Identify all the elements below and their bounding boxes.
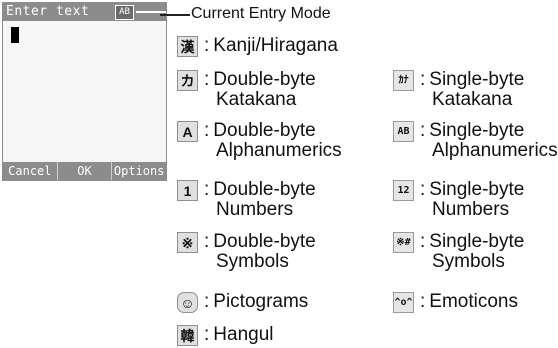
- katakana-double-icon: カ: [177, 70, 198, 91]
- numbers-double-icon: 1: [177, 180, 198, 201]
- katakana-single-icon: ｶﾅ: [393, 70, 414, 91]
- emoticon-icon: ^o^: [393, 292, 414, 313]
- legend-sgl-symbols: ※# : Single-byte Symbols: [393, 232, 524, 272]
- dbl-sym-line1: Double-byte: [213, 231, 316, 252]
- dbl-alpha-line1: Double-byte: [213, 120, 316, 141]
- phone-screen: Enter text AB Cancel OK Options: [2, 2, 167, 181]
- sgl-sym-line2: Symbols: [432, 251, 505, 272]
- symbols-double-icon: ※: [177, 232, 198, 253]
- emoticons-label: Emoticons: [429, 291, 518, 312]
- legend-dbl-symbols: ※ : Double-byte Symbols: [177, 232, 316, 272]
- hangul-icon: 韓: [177, 325, 198, 346]
- dbl-num-line1: Double-byte: [213, 179, 316, 200]
- sgl-katakana-line2: Katakana: [432, 89, 513, 110]
- sgl-sym-line1: Single-byte: [429, 231, 525, 252]
- legend-sgl-numbers: 12 : Single-byte Numbers: [393, 180, 524, 220]
- cancel-softkey[interactable]: Cancel: [3, 162, 57, 180]
- sgl-num-line2: Numbers: [432, 199, 510, 220]
- text-input-area[interactable]: [3, 21, 166, 162]
- legend-sgl-katakana: ｶﾅ : Single-byte Katakana: [393, 70, 524, 110]
- legend-dbl-numbers: 1 : Double-byte Numbers: [177, 180, 316, 220]
- callout-leader-line: [160, 14, 190, 16]
- dbl-sym-line2: Symbols: [216, 251, 289, 272]
- legend-pictograms: ☺ : Pictograms: [177, 292, 308, 313]
- sgl-num-line1: Single-byte: [429, 179, 525, 200]
- entry-mode-indicator: AB: [115, 5, 134, 20]
- options-softkey[interactable]: Options: [111, 162, 166, 180]
- callout-label: Current Entry Mode: [191, 5, 331, 22]
- sgl-alpha-line2: Alphanumerics: [432, 140, 558, 161]
- sgl-alpha-line1: Single-byte: [429, 120, 525, 141]
- ok-softkey[interactable]: OK: [56, 162, 112, 180]
- text-cursor: [11, 27, 19, 43]
- title-bar: Enter text AB: [3, 3, 166, 21]
- pictograms-label: Pictograms: [213, 291, 309, 312]
- numbers-single-icon: 12: [393, 180, 414, 201]
- kanji-mode-icon: 漢: [177, 36, 198, 57]
- kanji-label: Kanji/Hiragana: [213, 35, 338, 56]
- soft-key-bar: Cancel OK Options: [3, 162, 166, 180]
- legend-dbl-katakana: カ : Double-byte Katakana: [177, 70, 316, 110]
- sgl-katakana-line1: Single-byte: [429, 69, 525, 90]
- alphanumeric-single-icon: AB: [393, 121, 414, 142]
- legend-sgl-alpha: AB : Single-byte Alphanumerics: [393, 121, 558, 161]
- dbl-katakana-line2: Katakana: [216, 89, 297, 110]
- hangul-label: Hangul: [213, 324, 274, 345]
- legend-emoticons: ^o^ : Emoticons: [393, 291, 518, 313]
- legend-kanji: 漢 : Kanji/Hiragana: [177, 36, 338, 57]
- dbl-num-line2: Numbers: [216, 199, 294, 220]
- legend-hangul: 韓 : Hangul: [177, 325, 274, 346]
- screen-title: Enter text: [6, 4, 90, 19]
- pictogram-icon: ☺: [177, 292, 198, 313]
- character-counter: [136, 11, 166, 13]
- alphanumeric-double-icon: A: [177, 121, 198, 142]
- dbl-katakana-line1: Double-byte: [213, 69, 316, 90]
- symbols-single-icon: ※#: [393, 232, 414, 253]
- dbl-alpha-line2: Alphanumerics: [216, 140, 342, 161]
- legend-dbl-alpha: A : Double-byte Alphanumerics: [177, 121, 342, 161]
